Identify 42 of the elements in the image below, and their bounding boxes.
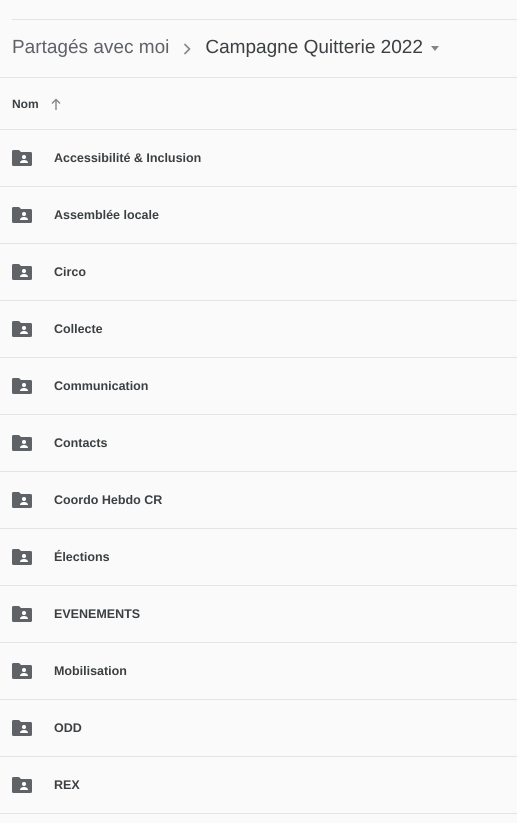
shared-folder-icon	[12, 606, 32, 622]
shared-folder-icon	[12, 549, 32, 565]
folder-row[interactable]: Assemblée locale	[0, 187, 517, 244]
shared-folder-icon	[12, 435, 32, 451]
shared-folder-icon	[12, 150, 32, 166]
folder-name: Coordo Hebdo CR	[54, 492, 162, 509]
folder-name: EVENEMENTS	[54, 606, 140, 623]
folder-row[interactable]: Contacts	[0, 415, 517, 472]
folder-name: ODD	[54, 720, 82, 737]
chevron-right-icon	[183, 42, 192, 54]
sort-arrow-up-icon[interactable]	[50, 98, 61, 110]
shared-folder-icon	[12, 264, 32, 280]
folder-name: Mobilisation	[54, 662, 127, 680]
folder-row[interactable]: Circo	[0, 244, 517, 301]
breadcrumb-link[interactable]: Campagne Quitterie 2022	[205, 34, 423, 63]
shared-folder-icon	[12, 207, 32, 223]
shared-folder-icon	[12, 663, 32, 679]
folder-name: Contacts	[54, 434, 108, 452]
folder-row[interactable]: Communication	[0, 358, 517, 415]
breadcrumb-link[interactable]: Partagés avec moi	[12, 34, 170, 63]
shared-folder-icon	[12, 378, 32, 394]
folder-name: Assemblée locale	[54, 206, 159, 224]
folder-row[interactable]: Coordo Hebdo CR	[0, 472, 517, 529]
folder-name: REX	[54, 776, 80, 794]
shared-folder-icon	[12, 720, 32, 736]
folder-row[interactable]: Accessibilité & Inclusion	[0, 130, 517, 187]
shared-folder-icon	[12, 777, 32, 793]
dropdown-caret-icon[interactable]	[430, 46, 439, 51]
folder-name: Collecte	[54, 320, 103, 338]
shared-folder-icon	[12, 492, 32, 508]
folder-name: Circo	[54, 264, 86, 281]
folder-row[interactable]: EVENEMENTS	[0, 586, 517, 643]
shared-folder-icon	[12, 321, 32, 337]
folder-row[interactable]: Élections	[0, 529, 517, 586]
folder-name: Élections	[54, 548, 110, 566]
folder-row[interactable]: Collecte	[0, 301, 517, 358]
folder-row[interactable]: Mobilisation	[0, 643, 517, 700]
column-header[interactable]: Nom	[12, 94, 39, 112]
folder-name: Accessibilité & Inclusion	[54, 150, 202, 167]
folder-row[interactable]: REX	[0, 757, 517, 814]
folder-name: Communication	[54, 378, 148, 395]
folder-row[interactable]: ODD	[0, 700, 517, 757]
